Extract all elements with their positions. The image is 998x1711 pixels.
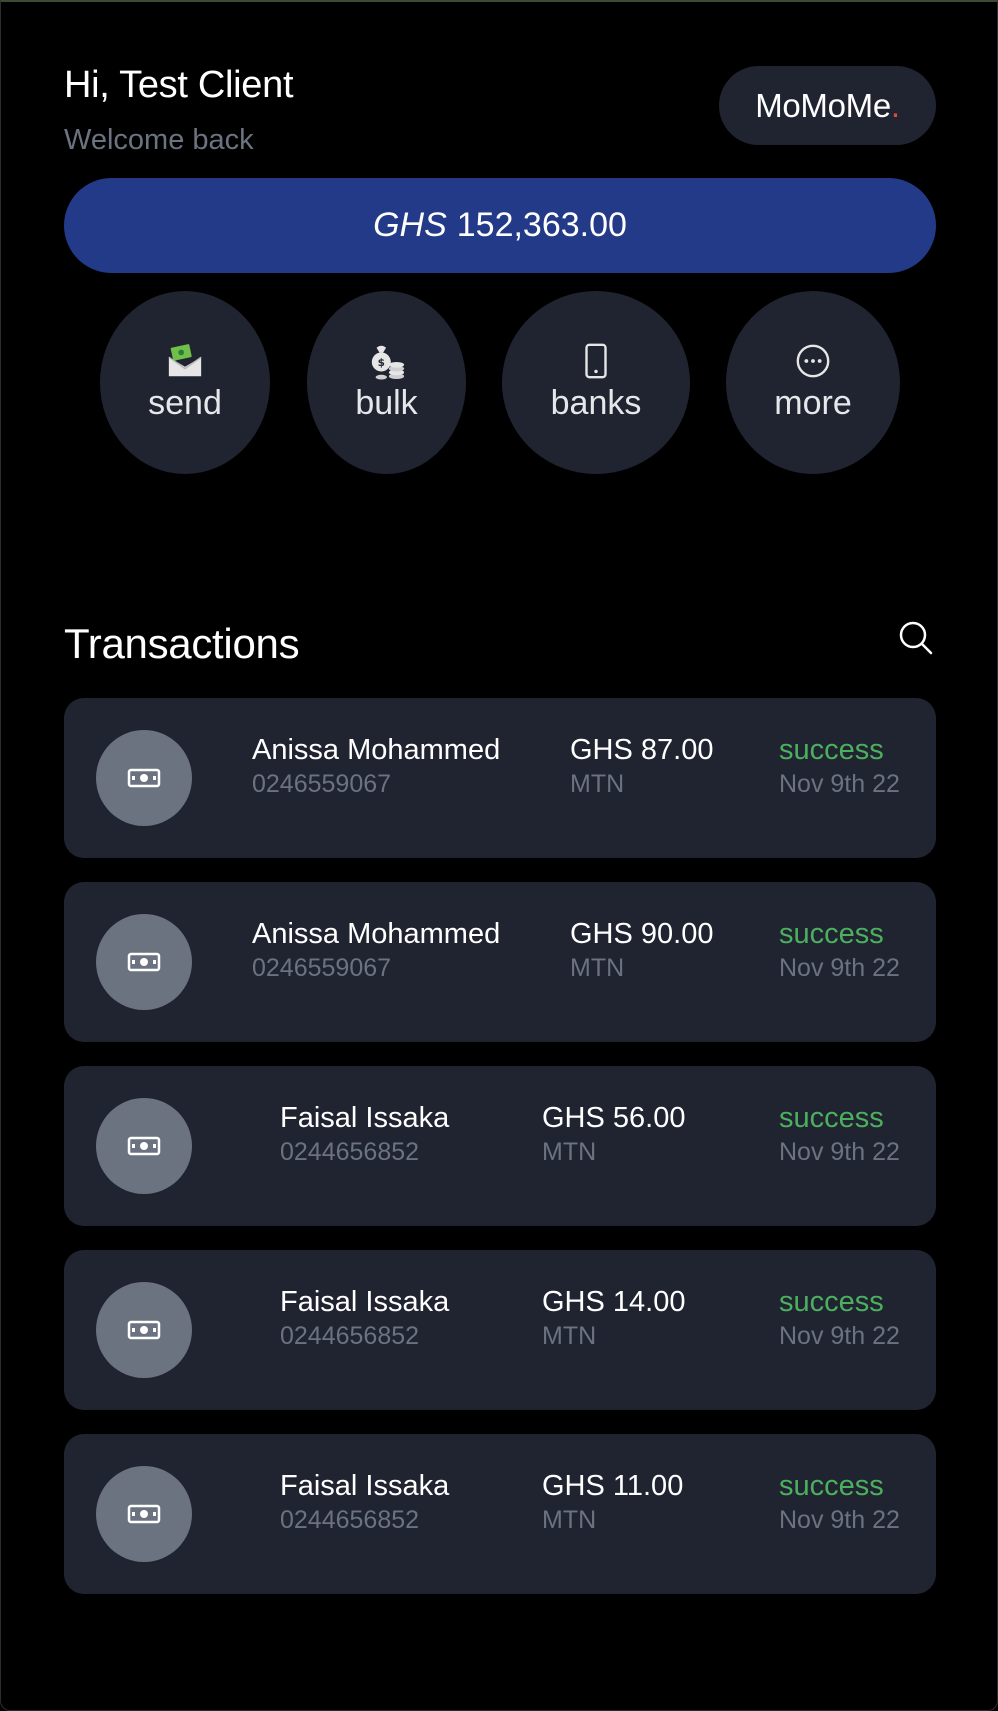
- brand-dot: .: [890, 86, 900, 124]
- transaction-status: success: [779, 1102, 884, 1134]
- banks-button[interactable]: banks: [502, 291, 690, 474]
- send-label: send: [148, 384, 222, 422]
- transaction-status: success: [779, 1470, 884, 1502]
- transaction-phone: 0244656852: [280, 1506, 420, 1534]
- more-label: more: [774, 384, 852, 422]
- transaction-status: success: [779, 918, 884, 950]
- cash-icon: [127, 1320, 161, 1340]
- transaction-row[interactable]: Anissa Mohammed 0246559067 GHS 90.00 MTN…: [64, 882, 936, 1042]
- banks-label: banks: [550, 384, 642, 422]
- cash-icon: [127, 1136, 161, 1156]
- transaction-date: Nov 9th 22: [779, 1506, 900, 1534]
- balance-currency: GHS: [373, 206, 447, 244]
- transaction-row[interactable]: Faisal Issaka 0244656852 GHS 11.00 MTN s…: [64, 1434, 936, 1594]
- transaction-avatar: [96, 730, 192, 826]
- transaction-network: MTN: [570, 770, 625, 798]
- send-button[interactable]: send: [100, 291, 270, 474]
- cash-icon: [127, 952, 161, 972]
- transaction-network: MTN: [570, 954, 625, 982]
- cash-icon: [127, 768, 161, 788]
- transactions-list: Anissa Mohammed 0246559067 GHS 87.00 MTN…: [64, 698, 936, 1618]
- brand-name: MoMoMe: [755, 86, 891, 124]
- transaction-name: Faisal Issaka: [280, 1102, 450, 1134]
- transaction-name: Anissa Mohammed: [252, 918, 501, 950]
- cash-icon: [127, 1504, 161, 1524]
- transaction-network: MTN: [542, 1322, 597, 1350]
- transaction-network: MTN: [542, 1506, 597, 1534]
- mobile-phone-icon: [585, 343, 607, 379]
- transaction-avatar: [96, 914, 192, 1010]
- transaction-avatar: [96, 1466, 192, 1562]
- bulk-button[interactable]: $ bulk: [307, 291, 466, 474]
- transaction-phone: 0244656852: [280, 1138, 420, 1166]
- transaction-network: MTN: [542, 1138, 597, 1166]
- transaction-date: Nov 9th 22: [779, 770, 900, 798]
- transaction-status: success: [779, 734, 884, 766]
- brand-logo-button[interactable]: MoMoMe.: [719, 66, 936, 145]
- transaction-name: Faisal Issaka: [280, 1286, 450, 1318]
- welcome-subtitle: Welcome back: [64, 124, 254, 156]
- transaction-row[interactable]: Faisal Issaka 0244656852 GHS 56.00 MTN s…: [64, 1066, 936, 1226]
- transaction-amount: GHS 87.00: [570, 734, 714, 766]
- transaction-amount: GHS 14.00: [542, 1286, 686, 1318]
- svg-text:$: $: [377, 357, 384, 369]
- transaction-name: Faisal Issaka: [280, 1470, 450, 1502]
- transaction-avatar: [96, 1098, 192, 1194]
- transaction-amount: GHS 56.00: [542, 1102, 686, 1134]
- transaction-date: Nov 9th 22: [779, 1322, 900, 1350]
- transaction-row[interactable]: Anissa Mohammed 0246559067 GHS 87.00 MTN…: [64, 698, 936, 858]
- transaction-avatar: [96, 1282, 192, 1378]
- bulk-label: bulk: [355, 384, 418, 422]
- more-button[interactable]: more: [726, 291, 900, 474]
- transaction-amount: GHS 90.00: [570, 918, 714, 950]
- transaction-date: Nov 9th 22: [779, 954, 900, 982]
- transaction-status: success: [779, 1286, 884, 1318]
- transaction-row[interactable]: Faisal Issaka 0244656852 GHS 14.00 MTN s…: [64, 1250, 936, 1410]
- transaction-name: Anissa Mohammed: [252, 734, 501, 766]
- search-icon[interactable]: [896, 618, 936, 658]
- transaction-phone: 0246559067: [252, 954, 392, 982]
- transaction-phone: 0244656852: [280, 1322, 420, 1350]
- balance-pill[interactable]: GHS 152,363.00: [64, 178, 936, 273]
- balance-amount: 152,363.00: [456, 206, 627, 244]
- money-bag-coins-icon: $: [371, 345, 404, 380]
- transaction-amount: GHS 11.00: [542, 1470, 684, 1502]
- money-envelope-icon: [168, 344, 202, 377]
- transactions-title: Transactions: [64, 620, 300, 667]
- greeting-text: Hi, Test Client: [64, 64, 294, 106]
- transaction-phone: 0246559067: [252, 770, 392, 798]
- transaction-date: Nov 9th 22: [779, 1138, 900, 1166]
- more-dots-icon: [796, 344, 830, 378]
